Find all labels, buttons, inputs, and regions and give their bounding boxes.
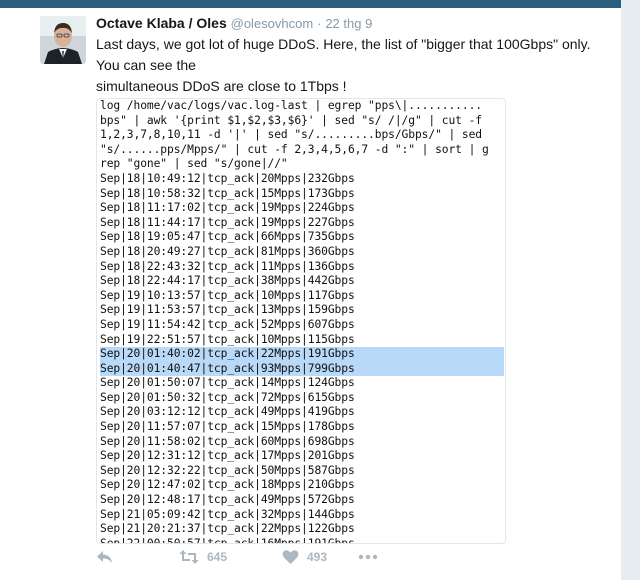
terminal-line: Sep|18|22:44:17|tcp_ack|38Mpps|442Gbps xyxy=(100,274,355,288)
like-count: 493 xyxy=(307,550,328,564)
author-handle[interactable]: @olesovhcom xyxy=(231,16,314,31)
terminal-line: Sep|20|12:48:17|tcp_ack|49Mpps|572Gbps xyxy=(100,493,355,507)
tweet-text-line: simultaneous DDoS are close to 1Tbps ! xyxy=(96,78,347,94)
terminal-line: Sep|18|19:05:47|tcp_ack|66Mpps|735Gbps xyxy=(100,230,355,244)
terminal-line-highlighted: Sep|20|01:40:02|tcp_ack|22Mpps|191Gbps xyxy=(100,347,504,362)
side-background-band xyxy=(621,0,640,580)
terminal-line: Sep|21|05:09:42|tcp_ack|32Mpps|144Gbps xyxy=(100,507,355,521)
tweet-text-line: You can see the xyxy=(96,57,196,73)
terminal-line: Sep|18|11:17:02|tcp_ack|19Mpps|224Gbps xyxy=(100,201,355,215)
terminal-line: Sep|19|22:51:57|tcp_ack|10Mpps|115Gbps xyxy=(100,332,355,346)
top-background-band xyxy=(0,0,640,8)
tweet-date[interactable]: 22 thg 9 xyxy=(325,16,372,31)
terminal-line: Sep|18|22:43:32|tcp_ack|11Mpps|136Gbps xyxy=(100,259,355,273)
terminal-line: Sep|20|11:57:07|tcp_ack|15Mpps|178Gbps xyxy=(100,420,355,434)
more-button[interactable] xyxy=(358,545,378,569)
terminal-line: Sep|18|10:49:12|tcp_ack|20Mpps|232Gbps xyxy=(100,171,355,185)
terminal-line: rep "gone" | sed "s/gone|//" xyxy=(100,157,288,171)
terminal-line: Sep|21|20:21:37|tcp_ack|22Mpps|122Gbps xyxy=(100,522,355,536)
terminal-line: Sep|19|11:54:42|tcp_ack|52Mpps|607Gbps xyxy=(100,317,355,331)
reply-button[interactable] xyxy=(96,545,114,569)
retweet-icon xyxy=(179,550,199,564)
header-separator: · xyxy=(317,16,322,31)
terminal-line: bps" | awk '{print $1,$2,$3,$6}' | sed "… xyxy=(100,113,482,127)
author-name[interactable]: Octave Klaba / Oles xyxy=(96,15,227,31)
terminal-line: Sep|20|12:47:02|tcp_ack|18Mpps|210Gbps xyxy=(100,478,355,492)
retweet-count: 645 xyxy=(207,550,228,564)
tweet-actions: 645 493 xyxy=(96,545,396,569)
tweet-text-line: Last days, we got lot of huge DDoS. Here… xyxy=(96,36,591,52)
like-button[interactable]: 493 xyxy=(282,545,327,569)
terminal-line: Sep|20|01:50:32|tcp_ack|72Mpps|615Gbps xyxy=(100,390,355,404)
terminal-line: Sep|18|10:58:32|tcp_ack|15Mpps|173Gbps xyxy=(100,186,355,200)
terminal-line-highlighted: Sep|20|01:40:47|tcp_ack|93Mpps|799Gbps xyxy=(100,361,504,377)
terminal-line: Sep|22|00:50:57|tcp_ack|16Mpps|191Gbps xyxy=(100,536,355,544)
terminal-output: log /home/vac/logs/vac.log-last | egrep … xyxy=(100,99,504,544)
terminal-line: Sep|20|03:12:12|tcp_ack|49Mpps|419Gbps xyxy=(100,405,355,419)
terminal-line: 1,2,3,7,8,10,11 -d '|' | sed "s/........… xyxy=(100,128,482,142)
tweet-text: Last days, we got lot of huge DDoS. Here… xyxy=(96,34,616,97)
terminal-line: Sep|20|12:32:22|tcp_ack|50Mpps|587Gbps xyxy=(100,463,355,477)
retweet-button[interactable]: 645 xyxy=(179,545,227,569)
terminal-line: log /home/vac/logs/vac.log-last | egrep … xyxy=(100,99,482,112)
avatar[interactable] xyxy=(40,16,86,64)
terminal-line: Sep|19|10:13:57|tcp_ack|10Mpps|117Gbps xyxy=(100,288,355,302)
heart-icon xyxy=(282,550,299,564)
terminal-line: Sep|20|12:31:12|tcp_ack|17Mpps|201Gbps xyxy=(100,449,355,463)
terminal-line: Sep|20|11:58:02|tcp_ack|60Mpps|698Gbps xyxy=(100,434,355,448)
tweet-header: Octave Klaba / Oles @olesovhcom · 22 thg… xyxy=(96,14,616,33)
avatar-portrait-icon xyxy=(40,16,86,64)
more-icon xyxy=(358,554,378,560)
terminal-line: Sep|18|20:49:27|tcp_ack|81Mpps|360Gbps xyxy=(100,244,355,258)
terminal-screenshot[interactable]: log /home/vac/logs/vac.log-last | egrep … xyxy=(96,98,506,544)
tweet-card: Octave Klaba / Oles @olesovhcom · 22 thg… xyxy=(22,8,621,580)
reply-icon xyxy=(97,551,112,563)
terminal-line: "s/......pps/Mpps/" | cut -f 2,3,4,5,6,7… xyxy=(100,142,489,156)
terminal-line: Sep|20|01:50:07|tcp_ack|14Mpps|124Gbps xyxy=(100,376,355,390)
terminal-line: Sep|18|11:44:17|tcp_ack|19Mpps|227Gbps xyxy=(100,215,355,229)
terminal-line: Sep|19|11:53:57|tcp_ack|13Mpps|159Gbps xyxy=(100,303,355,317)
